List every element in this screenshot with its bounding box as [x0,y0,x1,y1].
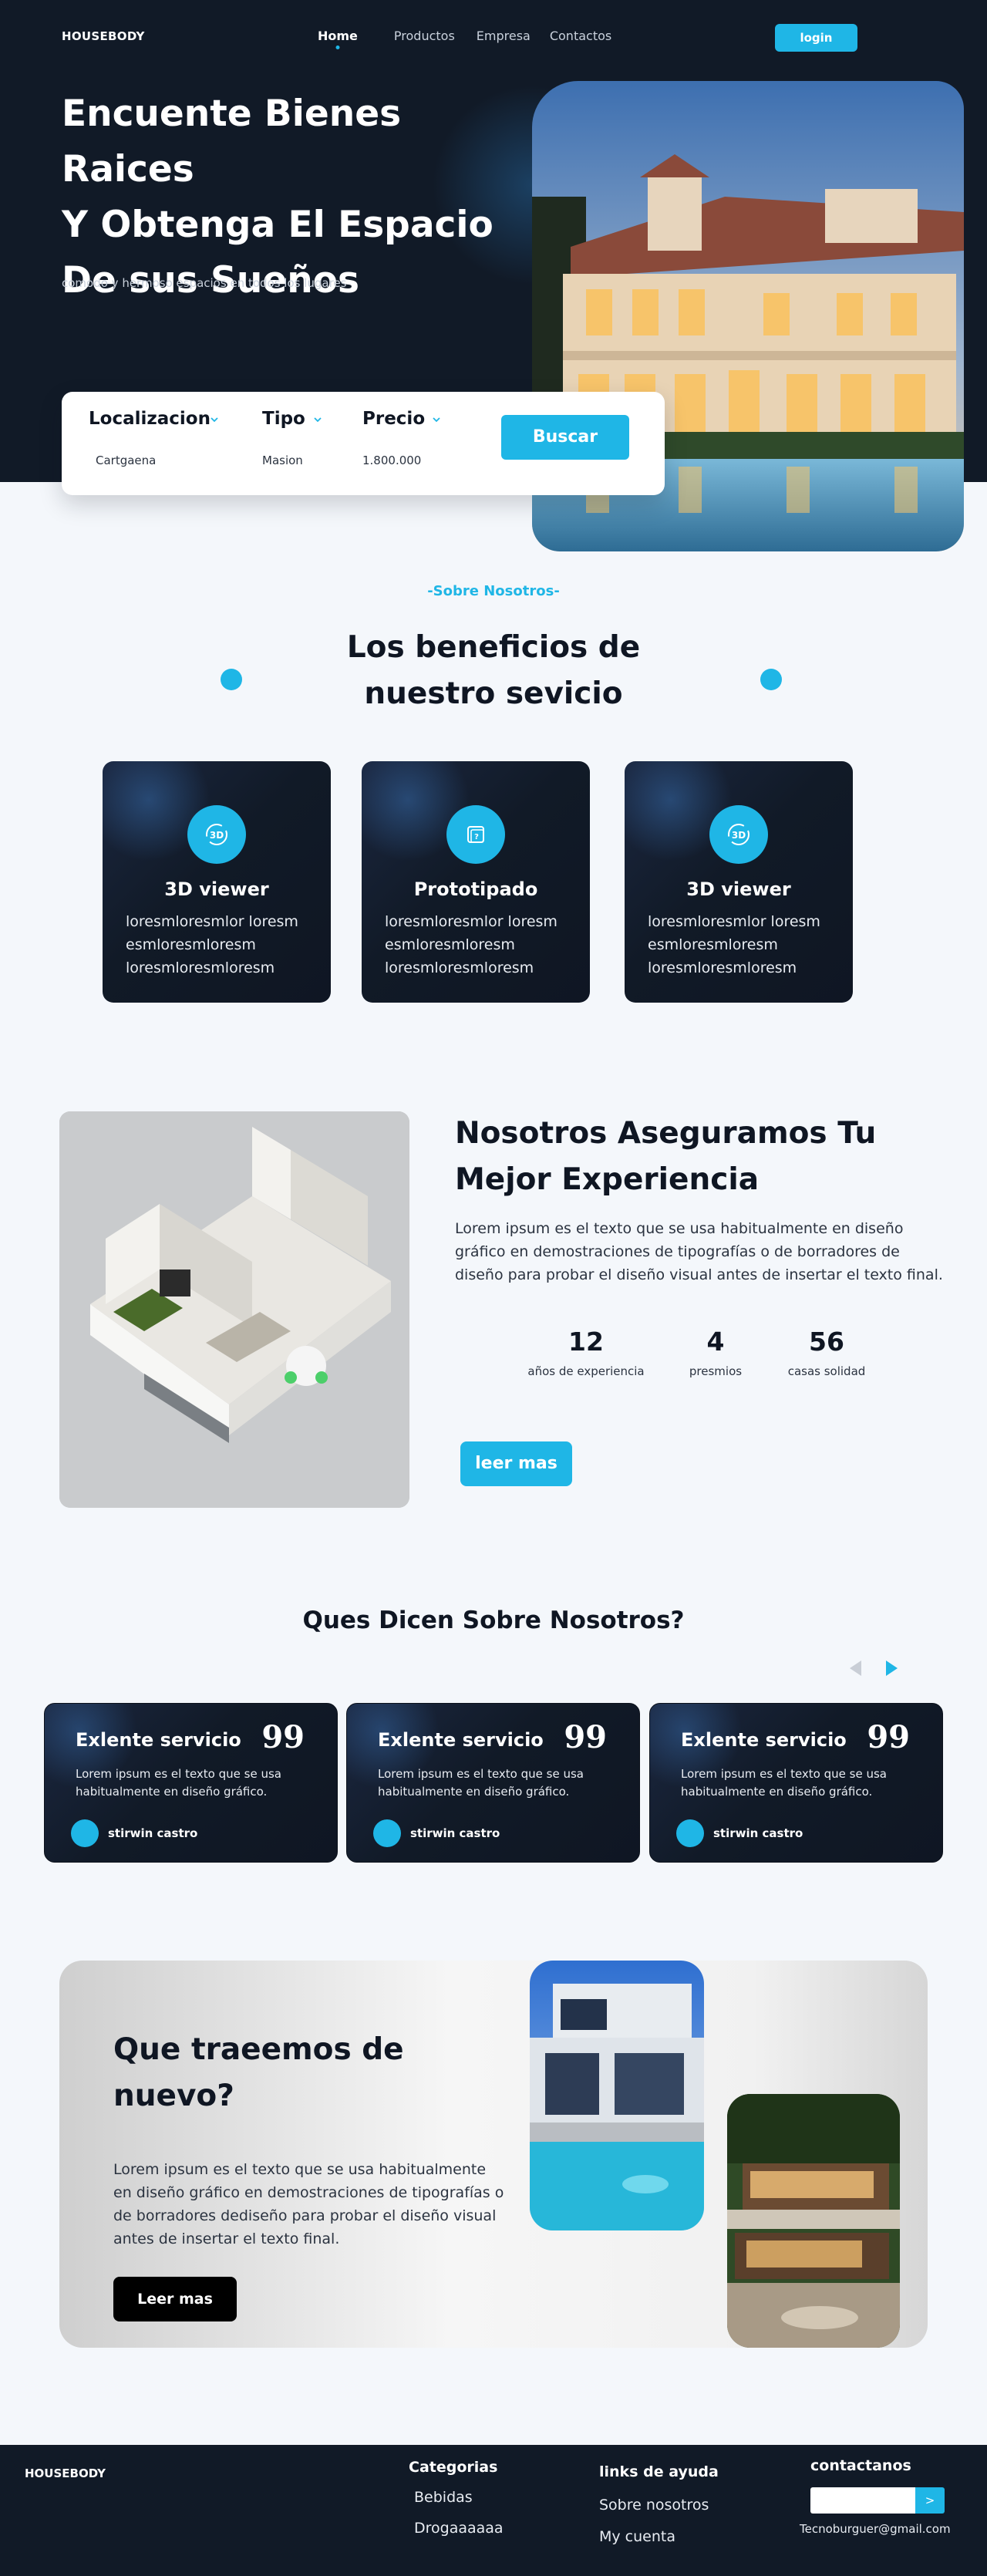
active-indicator [335,46,340,49]
testimonial-card[interactable]: Exlente servicio 99 Lorem ipsum es el te… [44,1703,338,1863]
testimonial-card[interactable]: Exlente servicio 99 Lorem ipsum es el te… [346,1703,640,1863]
decorative-dot [760,669,782,690]
chevron-down-icon[interactable] [313,415,322,424]
section-title-line: nuestro sevicio [364,676,623,711]
svg-text:?: ? [474,833,479,841]
stat-label: años de experiencia [527,1364,645,1378]
feature-card[interactable]: 3D 3D viewer loresmloresmlor loresm esml… [103,761,331,1003]
whats-new-text: Lorem ipsum es el texto que se usa habit… [113,2161,504,2247]
whats-new-title-line: Que traeemos de [113,2032,404,2067]
newsletter-submit-button[interactable]: > [915,2487,945,2514]
hero-title: Encuente Bienes Raices Y Obtenga El Espa… [62,86,524,309]
stat-label: casas solidad [787,1364,866,1378]
prototype-icon: ? [446,805,505,864]
footer-heading: Categorias [409,2459,498,2476]
hero-title-line: Encuente Bienes Raices [62,93,402,191]
feature-title: 3D viewer [686,878,791,900]
footer-heading: contactanos [810,2457,911,2474]
floorplan-illustration [59,1111,409,1508]
chevron-down-icon[interactable] [432,415,441,424]
footer-logo[interactable]: HOUSEBODY [25,2466,106,2480]
hillside-house-image [727,2094,900,2348]
main-nav: Home Productos Empresa Contactos [318,29,633,49]
svg-text:3D: 3D [210,830,224,841]
section-title: Los beneficios de nuestro sevicio [0,625,987,717]
nav-link-home-label: Home [318,29,358,43]
decorative-dot [221,669,242,690]
quote-icon: 99 [867,1719,910,1755]
feature-card[interactable]: 3D 3D viewer loresmloresmlor loresm esml… [625,761,853,1003]
avatar [373,1819,401,1847]
floorplan-image [59,1111,409,1508]
testimonial-text: Lorem ipsum es el texto que se usa habit… [378,1767,584,1799]
testimonials-title: Ques Dicen Sobre Nosotros? [302,1607,685,1634]
feature-text: loresmloresmlor loresm esmloresmloresm l… [126,913,298,976]
search-card: Localizacion Cartgaena Tipo Masion Preci… [62,392,665,495]
testimonial-author: stirwin castro [108,1826,198,1840]
arrow-left-icon[interactable] [846,1658,866,1678]
price-label[interactable]: Precio [362,409,425,429]
feature-title: Prototipado [413,878,538,900]
avatar [676,1819,704,1847]
search-button[interactable]: Buscar [501,415,629,460]
3d-rotate-icon: 3D [187,805,246,864]
footer-link[interactable]: Bebidas [414,2489,473,2506]
feature-card[interactable]: ? Prototipado loresmloresmlor loresm esm… [362,761,590,1003]
type-label[interactable]: Tipo [262,409,305,429]
experience-text: Lorem ipsum es el texto que se usa habit… [455,1220,943,1283]
whats-new-title-line: nuevo? [113,2079,234,2113]
location-label[interactable]: Localizacion [89,409,211,429]
footer-heading: links de ayuda [599,2463,719,2480]
newsletter-input[interactable] [810,2487,915,2514]
nav-link-productos[interactable]: Productos [394,29,455,43]
modern-house-image [530,1961,704,2230]
experience-title-line: Mejor Experiencia [455,1162,760,1197]
read-more-button[interactable]: leer mas [460,1441,572,1486]
section-title-line: Los beneficios de [346,630,641,665]
feature-text: loresmloresmlor loresm esmloresmloresm l… [648,913,820,976]
read-more-button[interactable]: Leer mas [113,2277,237,2321]
nav-link-empresa[interactable]: Empresa [477,29,531,43]
footer-link[interactable]: My cuenta [599,2528,675,2545]
whats-new-card: Que traeemos de nuevo? Lorem ipsum es el… [59,1961,928,2348]
testimonial-author: stirwin castro [713,1826,803,1840]
feature-title: 3D viewer [164,878,269,900]
nav-link-contactos[interactable]: Contactos [550,29,611,43]
page: HOUSEBODY Home Productos Empresa Contact… [0,0,987,2576]
experience-title: Nosotros Aseguramos Tu Mejor Experiencia [455,1111,918,1203]
quote-icon: 99 [564,1719,607,1755]
chevron-down-icon[interactable] [210,415,219,424]
login-button[interactable]: login [775,24,857,52]
nav-link-home[interactable]: Home [318,29,358,49]
location-value[interactable]: Cartgaena [96,453,156,467]
footer-link[interactable]: Sobre nosotros [599,2497,709,2514]
feature-text: loresmloresmlor loresm esmloresmloresm l… [385,913,558,976]
footer: HOUSEBODY Categorias Bebidas Drogaaaaaa … [0,2445,987,2576]
stat-value: 12 [568,1327,604,1357]
avatar [71,1819,99,1847]
footer-link[interactable]: Drogaaaaaa [414,2520,504,2537]
contact-email[interactable]: Tecnoburguer@gmail.com [800,2522,951,2536]
quote-icon: 99 [261,1719,305,1755]
price-value[interactable]: 1.800.000 [362,453,421,467]
whats-new-title: Que traeemos de nuevo? [113,2027,422,2119]
testimonial-card[interactable]: Exlente servicio 99 Lorem ipsum es el te… [649,1703,943,1863]
3d-rotate-icon: 3D [709,805,768,864]
testimonial-title: Exlente servicio [76,1729,241,1751]
svg-text:3D: 3D [732,830,746,841]
hero-subtitle: comodo y hermoso espacios en todos los l… [62,276,347,290]
logo[interactable]: HOUSEBODY [62,29,145,43]
type-value[interactable]: Masion [262,453,303,467]
testimonial-text: Lorem ipsum es el texto que se usa habit… [681,1767,887,1799]
testimonial-text: Lorem ipsum es el texto que se usa habit… [76,1767,281,1799]
testimonial-title: Exlente servicio [681,1729,847,1751]
section-tag: -Sobre Nosotros- [427,583,560,599]
testimonial-author: stirwin castro [410,1826,500,1840]
hero-title-line: Y Obtenga El Espacio [62,204,494,246]
stat-value: 56 [809,1327,844,1357]
testimonial-title: Exlente servicio [378,1729,544,1751]
experience-title-line: Nosotros Aseguramos Tu [455,1116,877,1151]
arrow-right-icon[interactable] [881,1658,901,1678]
